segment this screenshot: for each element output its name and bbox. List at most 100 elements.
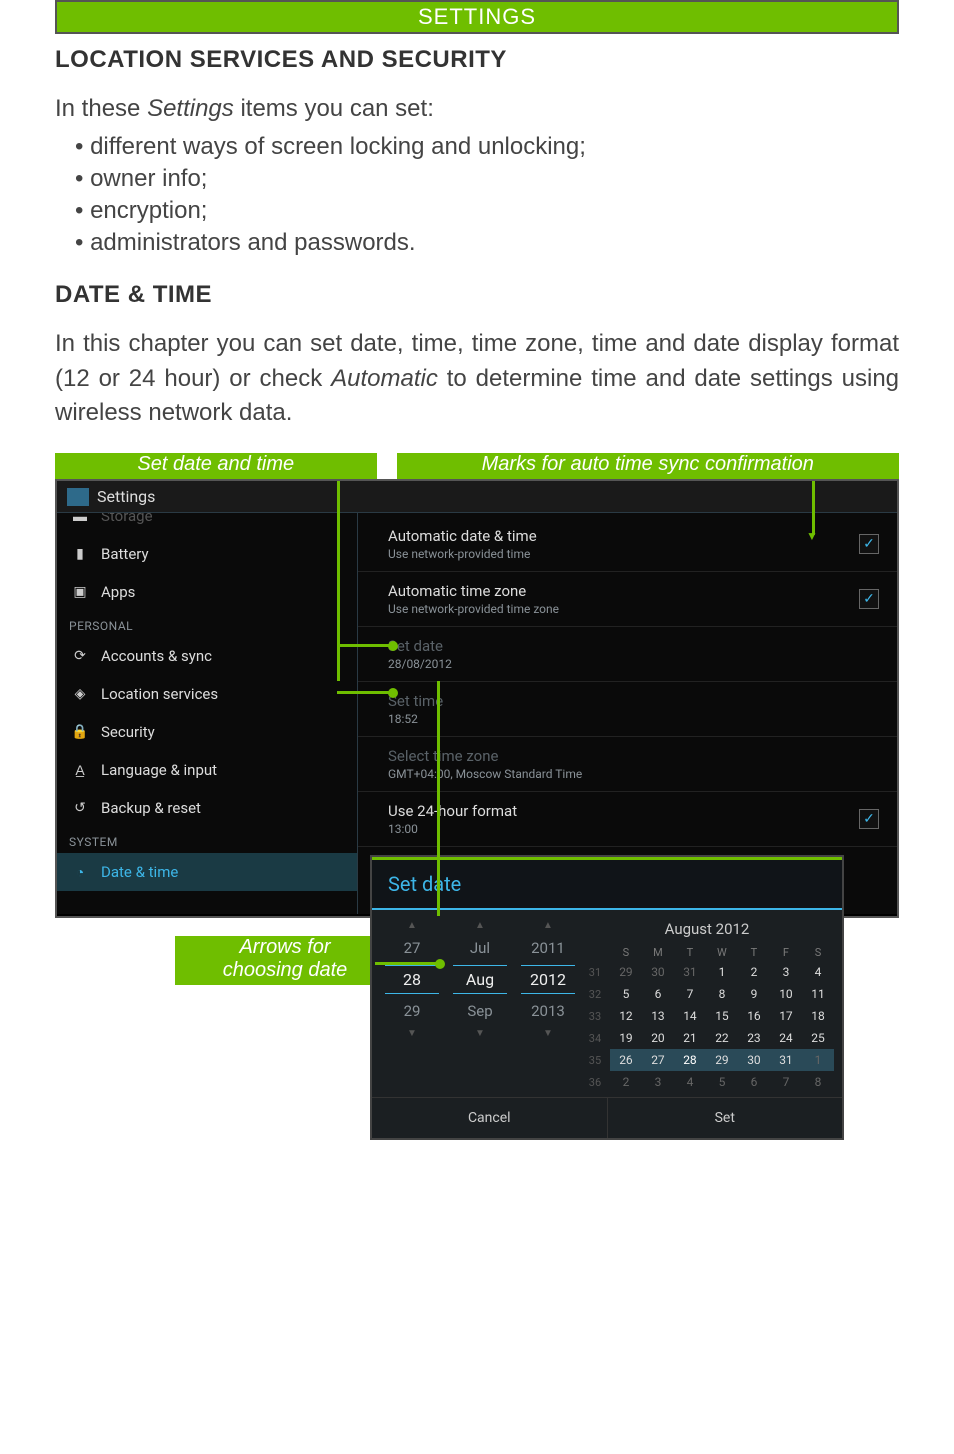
cancel-button[interactable]: Cancel [372,1098,608,1138]
calendar-day[interactable]: 23 [738,1027,770,1049]
calendar-day[interactable]: 3 [642,1071,674,1093]
language-icon: A̲ [71,761,89,779]
chevron-up-icon[interactable]: ▲ [543,920,553,931]
checkbox-24h[interactable]: ✓ [859,809,879,829]
calendar-day[interactable]: 18 [802,1005,834,1027]
sidebar-header-personal: PERSONAL [57,611,357,637]
sidebar-item-date-time[interactable]: ◔ Date & time [57,853,357,891]
calendar-day[interactable]: 20 [642,1027,674,1049]
settings-sidebar[interactable]: ▬ Storage ▮ Battery ▣ Apps PERSONAL ⟳ Ac [57,513,358,914]
calendar-day[interactable]: 8 [706,983,738,1005]
calendar[interactable]: August 2012 S M T W T F S 31293031123432… [580,920,834,1093]
row-auto-time-zone[interactable]: Automatic time zone Use network-provided… [358,572,897,627]
spinner-year[interactable]: ▲ 2011 2012 2013 ▼ [521,920,575,1093]
callout-line2: choosing date [223,959,348,981]
calendar-day[interactable]: 5 [706,1071,738,1093]
row-auto-date-time[interactable]: Automatic date & time Use network-provid… [358,517,897,572]
checkbox-auto-date[interactable]: ✓ [859,534,879,554]
week-number: 33 [580,1005,610,1027]
sidebar-item-backup-reset[interactable]: ↺ Backup & reset [57,789,357,827]
calendar-day[interactable]: 8 [802,1071,834,1093]
calendar-day[interactable]: 10 [770,983,802,1005]
chevron-down-icon[interactable]: ▼ [475,1028,485,1039]
chevron-up-icon[interactable]: ▲ [407,920,417,931]
calendar-day[interactable]: 9 [738,983,770,1005]
calendar-week-row: 32567891011 [580,983,834,1005]
calendar-day[interactable]: 16 [738,1005,770,1027]
sidebar-item-label: Battery [101,545,149,563]
calendar-day[interactable]: 25 [802,1027,834,1049]
calendar-day[interactable]: 6 [642,983,674,1005]
calendar-day[interactable]: 14 [674,1005,706,1027]
calendar-day[interactable]: 6 [738,1071,770,1093]
week-number: 35 [580,1049,610,1071]
row-set-date[interactable]: Set date 28/08/2012 [358,627,897,682]
calendar-day[interactable]: 28 [674,1049,706,1071]
callout-line [337,644,393,647]
calendar-day[interactable]: 31 [674,961,706,983]
calendar-day[interactable]: 7 [770,1071,802,1093]
calendar-day[interactable]: 1 [802,1049,834,1071]
calendar-day[interactable]: 1 [706,961,738,983]
calendar-day[interactable]: 5 [610,983,642,1005]
calendar-day[interactable]: 26 [610,1049,642,1071]
sidebar-item-accounts-sync[interactable]: ⟳ Accounts & sync [57,637,357,675]
dow: F [770,944,802,961]
calendar-day[interactable]: 31 [770,1049,802,1071]
calendar-day[interactable]: 2 [610,1071,642,1093]
calendar-day[interactable]: 12 [610,1005,642,1027]
calendar-day[interactable]: 15 [706,1005,738,1027]
section-heading-datetime: DATE & TIME [55,281,899,309]
target-icon: ◈ [71,685,89,703]
sidebar-item-battery[interactable]: ▮ Battery [57,535,357,573]
chevron-up-icon[interactable]: ▲ [475,920,485,931]
calendar-day[interactable]: 2 [738,961,770,983]
sidebar-item-security[interactable]: 🔒 Security [57,713,357,751]
calendar-day[interactable]: 30 [642,961,674,983]
calendar-day[interactable]: 7 [674,983,706,1005]
calendar-day[interactable]: 29 [610,961,642,983]
calendar-day[interactable]: 4 [674,1071,706,1093]
spinner-day[interactable]: ▲ 27 28 29 ▼ [385,920,439,1093]
callout-line [437,681,440,916]
calendar-day[interactable]: 21 [674,1027,706,1049]
chapter-banner: SETTINGS [55,0,899,34]
sidebar-item-language-input[interactable]: A̲ Language & input [57,751,357,789]
calendar-day[interactable]: 30 [738,1049,770,1071]
callout-dot [388,688,398,698]
calendar-day[interactable]: 11 [802,983,834,1005]
calendar-week-row: 362345678 [580,1071,834,1093]
calendar-day[interactable]: 29 [706,1049,738,1071]
calendar-day[interactable]: 17 [770,1005,802,1027]
intro-settings-word: Settings [147,95,234,122]
calendar-day[interactable]: 19 [610,1027,642,1049]
clock-icon: ◔ [71,863,89,881]
section-heading-location: LOCATION SERVICES AND SECURITY [55,46,899,74]
sidebar-item-label: Accounts & sync [101,647,212,665]
sidebar-item-label: Location services [101,685,218,703]
sidebar-item-apps[interactable]: ▣ Apps [57,573,357,611]
intro-text-a: In these [55,95,147,122]
checkbox-auto-tz[interactable]: ✓ [859,589,879,609]
sidebar-item-label: Language & input [101,761,217,779]
calendar-day[interactable]: 13 [642,1005,674,1027]
settings-title: Settings [97,487,155,506]
chevron-down-icon[interactable]: ▼ [543,1028,553,1039]
spinner-value: 2012 [521,965,575,994]
sidebar-item-storage[interactable]: ▬ Storage [57,513,357,535]
sidebar-item-label: Backup & reset [101,799,201,817]
sidebar-item-location-services[interactable]: ◈ Location services [57,675,357,713]
calendar-day[interactable]: 22 [706,1027,738,1049]
spinner-prev: Jul [470,939,490,957]
set-button[interactable]: Set [608,1098,843,1138]
calendar-day[interactable]: 3 [770,961,802,983]
dt-para-auto: Automatic [331,365,438,392]
calendar-day[interactable]: 27 [642,1049,674,1071]
chevron-down-icon[interactable]: ▼ [407,1028,417,1039]
calendar-week-row: 312930311234 [580,961,834,983]
apps-icon: ▣ [71,583,89,601]
dialog-title: Set date [372,860,842,910]
calendar-day[interactable]: 4 [802,961,834,983]
calendar-day[interactable]: 24 [770,1027,802,1049]
spinner-month[interactable]: ▲ Jul Aug Sep ▼ [453,920,507,1093]
